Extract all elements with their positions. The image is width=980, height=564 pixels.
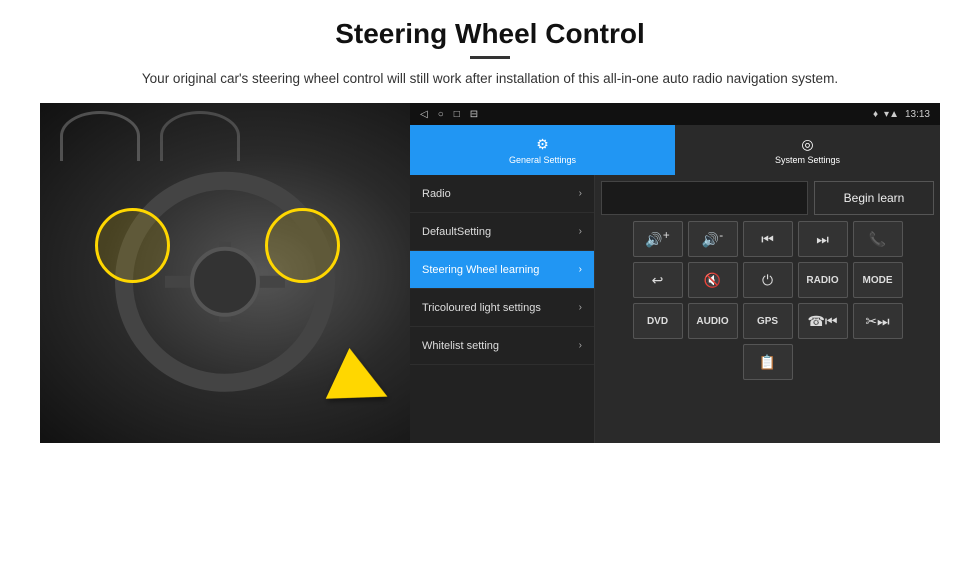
cut-next-btn[interactable]: ✂⏭ (853, 303, 903, 339)
menu-list: Radio › DefaultSetting › Steering Wheel … (410, 175, 595, 443)
phone-prev-btn[interactable]: ☎⏮ (798, 303, 848, 339)
back-call-btn[interactable]: ↩ (633, 262, 683, 298)
dvd-btn[interactable]: DVD (633, 303, 683, 339)
arrow-icon (326, 348, 400, 422)
menu-item-radio-label: Radio (422, 187, 575, 201)
content-row: ◁ ○ □ ⊟ ♦ ▾▲ 13:13 ⚙ General Settings (40, 103, 940, 443)
tab-general-label: General Settings (509, 155, 576, 165)
menu-item-default-setting[interactable]: DefaultSetting › (410, 213, 594, 251)
menu-item-tricoloured-label: Tricoloured light settings (422, 301, 575, 315)
chevron-radio: › (579, 188, 582, 199)
menu-item-tricoloured[interactable]: Tricoloured light settings › (410, 289, 594, 327)
car-image-section (40, 103, 410, 443)
controls-row-2: ↩ 🔇 ⏻ RADIO MOD (601, 262, 934, 298)
tab-system-settings[interactable]: ◎ System Settings (675, 125, 940, 175)
controls-grid: 🔊+ 🔊- ⏮ ⏭ 📞 (601, 221, 934, 380)
next-icon: ⏭ (816, 231, 829, 248)
cut-next-icon: ✂⏭ (865, 313, 889, 330)
mute-btn[interactable]: 🔇 (688, 262, 738, 298)
controls-row-4: 📋 (601, 344, 934, 380)
gps-btn-label: GPS (757, 316, 778, 327)
location-icon: ♦ (873, 109, 878, 120)
chevron-tricoloured: › (579, 302, 582, 313)
system-settings-icon: ◎ (801, 136, 813, 153)
vol-up-btn[interactable]: 🔊+ (633, 221, 683, 257)
page-subtitle: Your original car's steering wheel contr… (142, 69, 838, 89)
status-bar: ◁ ○ □ ⊟ ♦ ▾▲ 13:13 (410, 103, 940, 125)
list-icon: 📋 (759, 354, 776, 371)
phone-btn[interactable]: 📞 (853, 221, 903, 257)
mode-btn-label: MODE (863, 275, 893, 286)
phone-prev-icon: ☎⏮ (807, 313, 837, 330)
menu-item-steering-label: Steering Wheel learning (422, 263, 575, 277)
mode-btn[interactable]: MODE (853, 262, 903, 298)
recents-icon[interactable]: □ (454, 109, 460, 120)
page-wrapper: Steering Wheel Control Your original car… (0, 0, 980, 564)
dvd-btn-label: DVD (647, 316, 668, 327)
arrow-container (335, 357, 390, 413)
android-panel: ◁ ○ □ ⊟ ♦ ▾▲ 13:13 ⚙ General Settings (410, 103, 940, 443)
radio-btn[interactable]: RADIO (798, 262, 848, 298)
prev-btn[interactable]: ⏮ (743, 221, 793, 257)
menu-item-default-label: DefaultSetting (422, 225, 575, 239)
status-right: ♦ ▾▲ 13:13 (873, 109, 930, 120)
controls-row-1: 🔊+ 🔊- ⏮ ⏭ 📞 (601, 221, 934, 257)
next-btn[interactable]: ⏭ (798, 221, 848, 257)
page-title: Steering Wheel Control (335, 18, 645, 50)
main-content: Radio › DefaultSetting › Steering Wheel … (410, 175, 940, 443)
chevron-steering: › (579, 264, 582, 275)
tabs-row: ⚙ General Settings ◎ System Settings (410, 125, 940, 175)
clock: 13:13 (905, 109, 930, 120)
tab-system-label: System Settings (775, 155, 840, 165)
begin-learn-row: Begin learn (601, 181, 934, 215)
right-panel: Begin learn 🔊+ 🔊- (595, 175, 940, 443)
status-left: ◁ ○ □ ⊟ (420, 109, 478, 120)
highlight-right (265, 208, 340, 283)
radio-btn-label: RADIO (806, 275, 838, 286)
menu-item-radio[interactable]: Radio › (410, 175, 594, 213)
vol-down-btn[interactable]: 🔊- (688, 221, 738, 257)
mute-icon: 🔇 (704, 272, 721, 289)
tab-general-settings[interactable]: ⚙ General Settings (410, 125, 675, 175)
vol-down-icon: 🔊- (702, 229, 723, 249)
home-icon[interactable]: ○ (438, 109, 444, 120)
menu-item-whitelist[interactable]: Whitelist setting › (410, 327, 594, 365)
highlight-left (95, 208, 170, 283)
menu-icon[interactable]: ⊟ (470, 109, 478, 120)
phone-icon: 📞 (869, 231, 886, 248)
menu-item-steering-wheel[interactable]: Steering Wheel learning › (410, 251, 594, 289)
prev-icon: ⏮ (761, 231, 774, 248)
power-icon: ⏻ (762, 272, 773, 289)
gps-btn[interactable]: GPS (743, 303, 793, 339)
title-divider (470, 56, 510, 59)
controls-row-3: DVD AUDIO GPS ☎⏮ (601, 303, 934, 339)
signal-icon: ▾▲ (884, 109, 899, 120)
general-settings-icon: ⚙ (536, 136, 549, 153)
gauge-right (160, 111, 240, 161)
chevron-whitelist: › (579, 340, 582, 351)
audio-btn-label: AUDIO (696, 316, 728, 327)
back-call-icon: ↩ (652, 272, 664, 289)
menu-item-whitelist-label: Whitelist setting (422, 339, 575, 353)
steering-wheel-hub (190, 247, 260, 317)
chevron-default: › (579, 226, 582, 237)
list-btn[interactable]: 📋 (743, 344, 793, 380)
begin-learn-button[interactable]: Begin learn (814, 181, 934, 215)
back-icon[interactable]: ◁ (420, 109, 428, 120)
vol-up-icon: 🔊+ (645, 229, 669, 249)
power-btn[interactable]: ⏻ (743, 262, 793, 298)
gauge-left (60, 111, 140, 161)
audio-btn[interactable]: AUDIO (688, 303, 738, 339)
input-box[interactable] (601, 181, 808, 215)
steering-wheel-bg (40, 103, 410, 443)
